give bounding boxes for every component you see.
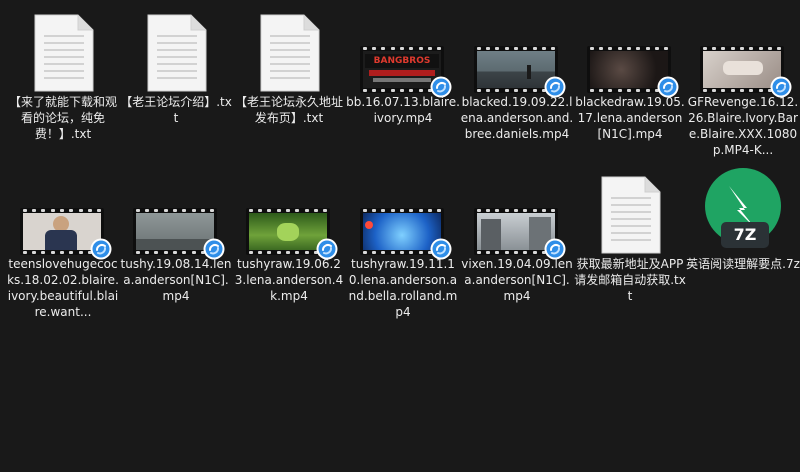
video-thumbnail-icon bbox=[686, 4, 800, 98]
file-item[interactable]: tushyraw.19.11.10.lena.anderson.and.bell… bbox=[346, 166, 460, 319]
file-item[interactable]: 【老王论坛介绍】.txt bbox=[119, 4, 233, 156]
file-item[interactable]: 7Z 英语阅读理解要点.7z bbox=[686, 166, 800, 318]
file-item[interactable]: tushyraw.19.06.23.lena.anderson.4k.mp4 bbox=[232, 166, 346, 318]
document-icon bbox=[34, 14, 94, 92]
file-item[interactable]: vixen.19.04.09.lena.anderson[N1C].mp4 bbox=[460, 166, 574, 318]
video-thumbnail-icon bbox=[346, 166, 460, 260]
file-grid: 【来了就能下载和观看的论坛，纯免费！】.txt 【老王论坛介绍】.txt 【老王论坛… bbox=[0, 0, 800, 472]
file-name-label: tushyraw.19.06.23.lena.anderson.4k.mp4 bbox=[234, 257, 344, 303]
file-item[interactable]: blacked.19.09.22.lena.anderson.and.bree.… bbox=[460, 4, 574, 156]
file-name-label: teenslovehugecocks.18.02.02.blaire.ivory… bbox=[7, 257, 119, 319]
video-thumbnail-icon: BANGBROS bbox=[346, 4, 460, 98]
file-name-label: tushy.19.08.14.lena.anderson[N1C].mp4 bbox=[120, 257, 232, 303]
file-name-label: 英语阅读理解要点.7z bbox=[686, 257, 800, 271]
video-thumbnail-icon bbox=[573, 4, 687, 98]
document-icon bbox=[260, 14, 320, 92]
file-item[interactable]: 【来了就能下载和观看的论坛，纯免费！】.txt bbox=[6, 4, 120, 156]
seven-zip-archive-icon: 7Z bbox=[697, 166, 789, 254]
file-name-label: tushyraw.19.11.10.lena.anderson.and.bell… bbox=[348, 257, 458, 319]
video-thumbnail-icon bbox=[6, 166, 120, 260]
video-thumbnail-icon bbox=[460, 166, 574, 260]
file-name-label: 获取最新地址及APP请发邮箱自动获取.txt bbox=[574, 257, 686, 303]
file-name-label: GFRevenge.16.12.26.Blaire.Ivory.Bare.Bla… bbox=[687, 95, 799, 157]
file-name-label: 【老王论坛永久地址发布页】.txt bbox=[234, 95, 343, 125]
video-thumbnail-icon bbox=[119, 166, 233, 260]
video-thumbnail-icon bbox=[232, 166, 346, 260]
file-name-label: 【老王论坛介绍】.txt bbox=[120, 95, 232, 125]
file-item[interactable]: blackedraw.19.05.17.lena.anderson[N1C].m… bbox=[573, 4, 687, 156]
file-name-label: vixen.19.04.09.lena.anderson[N1C].mp4 bbox=[461, 257, 573, 303]
document-icon bbox=[147, 14, 207, 92]
file-item[interactable]: 获取最新地址及APP请发邮箱自动获取.txt bbox=[573, 166, 687, 318]
file-name-label: blacked.19.09.22.lena.anderson.and.bree.… bbox=[460, 95, 574, 141]
text-file-icon bbox=[573, 166, 687, 254]
file-item[interactable]: tushy.19.08.14.lena.anderson[N1C].mp4 bbox=[119, 166, 233, 318]
text-file-icon bbox=[6, 4, 120, 92]
video-thumbnail-icon bbox=[460, 4, 574, 98]
file-item[interactable]: BANGBROS bb.16.07.13.blaire.ivory.mp4 bbox=[346, 4, 460, 156]
file-item[interactable]: GFRevenge.16.12.26.Blaire.Ivory.Bare.Bla… bbox=[686, 4, 800, 157]
text-file-icon bbox=[119, 4, 233, 92]
file-item[interactable]: 【老王论坛永久地址发布页】.txt bbox=[232, 4, 346, 156]
file-name-label: 【来了就能下载和观看的论坛，纯免费！】.txt bbox=[8, 95, 117, 141]
file-name-label: blackedraw.19.05.17.lena.anderson[N1C].m… bbox=[575, 95, 685, 141]
file-item[interactable]: teenslovehugecocks.18.02.02.blaire.ivory… bbox=[6, 166, 120, 319]
document-icon bbox=[601, 176, 661, 254]
file-name-label: bb.16.07.13.blaire.ivory.mp4 bbox=[346, 95, 460, 125]
archive-badge-text: 7Z bbox=[733, 225, 757, 244]
archive-icon: 7Z bbox=[686, 166, 800, 254]
text-file-icon bbox=[232, 4, 346, 92]
